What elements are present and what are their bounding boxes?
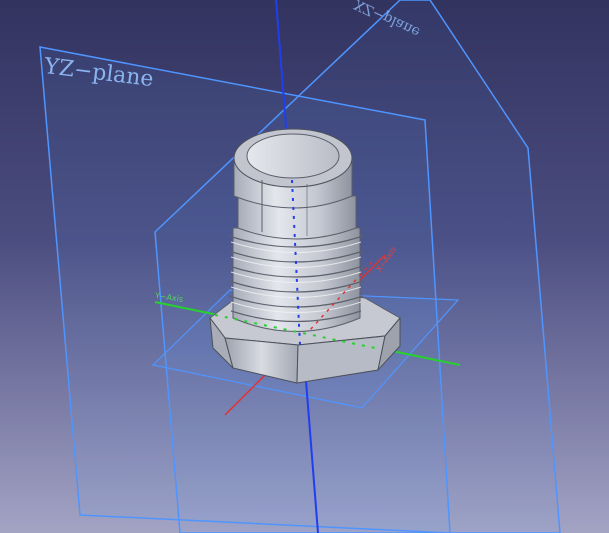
3d-viewport[interactable]: YZ−plane XZ−plane Y−Axis X−Axis xyxy=(0,0,609,533)
